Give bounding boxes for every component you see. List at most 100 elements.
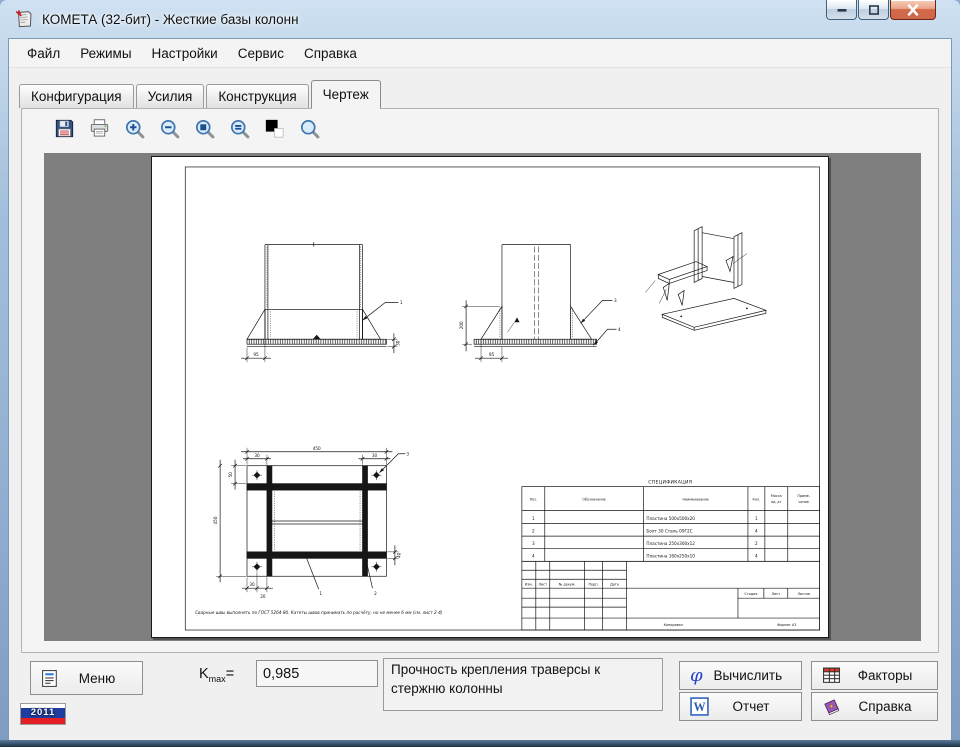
- callout-front: 1: [400, 300, 403, 305]
- tab-construction[interactable]: Конструкция: [206, 84, 309, 108]
- spec-title: СПЕЦИФИКАЦИЯ: [648, 480, 692, 486]
- minimize-icon: [837, 8, 846, 12]
- tb-stage: Стадия: [744, 592, 757, 596]
- dim-front-a: 95: [253, 352, 259, 357]
- zoom-actual-button[interactable]: [227, 116, 251, 140]
- drawing-note: Сварные швы выполнять по ГОСТ 5264-80. К…: [195, 610, 443, 615]
- zoom-fit-button[interactable]: [192, 116, 216, 140]
- spec-row-pos: 1: [532, 516, 535, 521]
- tab-forces[interactable]: Усилия: [135, 84, 205, 108]
- callout-plan-1: 1: [319, 591, 322, 596]
- badge-year-text: 2011: [21, 708, 65, 718]
- drawing-toolbar: [22, 109, 938, 147]
- window-body: Файл Режимы Настройки Сервис Справка Кон…: [8, 38, 952, 740]
- dim-side-a: 95: [489, 352, 495, 357]
- calculate-button[interactable]: φ Вычислить: [679, 661, 802, 690]
- spec-row-name: Пластина 160х250х10: [646, 554, 695, 559]
- window-controls: [826, 0, 936, 20]
- dim-plan-w: 450: [313, 446, 321, 451]
- print-button[interactable]: [87, 116, 111, 140]
- calculate-button-label: Вычислить: [713, 668, 783, 683]
- tb-sheet: Лист: [772, 592, 781, 596]
- zoom-window-icon: [300, 119, 319, 138]
- factors-button[interactable]: Факторы: [811, 661, 938, 690]
- menu-modes[interactable]: Режимы: [70, 41, 141, 66]
- word-report-icon: W: [690, 697, 709, 716]
- tab-strip: Конфигурация Усилия Конструкция Чертеж: [9, 68, 951, 110]
- bottom-bar: Меню Kmax= Прочность крепления траверсы …: [9, 653, 951, 737]
- menu-file[interactable]: Файл: [17, 41, 70, 66]
- page-color-button[interactable]: [262, 116, 286, 140]
- status-message: Прочность крепления траверсы к стержню к…: [383, 658, 663, 711]
- spec-row-pos: 4: [532, 554, 535, 559]
- tb-data: Дата: [610, 583, 619, 587]
- report-button-label: Отчет: [732, 699, 770, 714]
- title-block: Изм. Лист № докум. Подп. Дата Стадия Лис…: [521, 560, 820, 631]
- tb-kopiroval: Копировал: [664, 623, 683, 627]
- page-color-icon: [265, 119, 284, 138]
- spec-h-m2: ед.,кг: [771, 500, 782, 504]
- dim-plan-tr: 30: [372, 453, 378, 458]
- zoom-in-button[interactable]: [122, 116, 146, 140]
- table-grid-icon: [822, 666, 841, 685]
- window-title: КОМЕТА (32-бит) - Жесткие базы колонн: [42, 11, 299, 27]
- menu-settings[interactable]: Настройки: [142, 41, 228, 66]
- report-button[interactable]: W Отчет: [679, 692, 802, 721]
- spec-h-qty: Кол.: [753, 498, 761, 502]
- spec-row-qty: 2: [755, 541, 758, 546]
- close-icon: [907, 3, 919, 16]
- dim-plan-b2: 20: [260, 594, 266, 599]
- zoom-actual-icon: [230, 119, 249, 138]
- close-button[interactable]: [890, 0, 936, 20]
- spec-row-qty: 4: [755, 554, 758, 559]
- svg-text:W: W: [693, 700, 705, 714]
- zoom-out-button[interactable]: [157, 116, 181, 140]
- side-view: 200 95 3 4: [459, 244, 621, 363]
- app-window: КОМЕТА (32-бит) - Жесткие базы колонн Фа…: [0, 0, 960, 747]
- drawing-page[interactable]: 95 30 1 200 95 3 4 450 30 30 50 450 40 3…: [151, 156, 829, 638]
- spec-row-pos: 3: [532, 541, 535, 546]
- sheet-frame: [184, 166, 820, 631]
- zoom-window-button[interactable]: [297, 116, 321, 140]
- tb-list: Лист: [538, 583, 547, 587]
- save-button[interactable]: [52, 116, 76, 140]
- minimize-button[interactable]: [826, 0, 857, 20]
- spec-row-name: Пластина 500х500х20: [646, 516, 695, 521]
- zoom-fit-icon: [195, 119, 214, 138]
- zoom-in-icon: [125, 119, 144, 138]
- plan-view: 450 30 30 50 450 40 30 20 1 2 3: [213, 446, 409, 599]
- dim-plan-l1: 50: [228, 472, 233, 478]
- menu-service[interactable]: Сервис: [228, 41, 294, 66]
- spec-table: СПЕЦИФИКАЦИЯ Поз. Обозначение Наименован…: [521, 480, 820, 562]
- dim-plan-b1: 30: [249, 582, 255, 587]
- spec-row-qty: 1: [755, 516, 758, 521]
- kmax-input[interactable]: [256, 660, 378, 687]
- tb-sheets: Листов: [797, 592, 810, 596]
- dim-side-h: 200: [459, 321, 464, 329]
- callout-side-b: 4: [618, 327, 621, 332]
- kmax-label: Kmax=: [199, 666, 235, 684]
- factors-button-label: Факторы: [857, 668, 913, 683]
- dim-front-t: 30: [395, 340, 400, 346]
- dim-plan-t: 40: [396, 552, 401, 558]
- help-button[interactable]: Справка: [811, 692, 938, 721]
- drawing-viewport[interactable]: 95 30 1 200 95 3 4 450 30 30 50 450 40 3…: [44, 153, 921, 641]
- spec-row-name: Болт 30 Сталь 09Г2С: [646, 528, 692, 533]
- badge-red-stripe: [21, 718, 65, 724]
- menu-list-icon: [41, 669, 60, 688]
- phi-icon: φ: [690, 664, 703, 686]
- tab-drawing[interactable]: Чертеж: [310, 80, 381, 110]
- spec-row-pos: 2: [532, 528, 535, 533]
- year-badge: 2011: [20, 703, 66, 725]
- spec-h-name: Наименование: [683, 498, 709, 502]
- spec-row-name: Пластина 250х300х12: [646, 541, 695, 546]
- tb-podp: Подп.: [588, 583, 598, 587]
- help-button-label: Справка: [858, 699, 912, 714]
- menu-button[interactable]: Меню: [30, 661, 143, 695]
- callout-side-a: 3: [614, 298, 617, 303]
- menu-help[interactable]: Справка: [294, 41, 367, 66]
- tab-configuration[interactable]: Конфигурация: [19, 84, 134, 108]
- title-bar[interactable]: КОМЕТА (32-бит) - Жесткие базы колонн: [8, 0, 952, 38]
- maximize-button[interactable]: [858, 0, 889, 20]
- tb-format: Формат А3: [777, 623, 796, 627]
